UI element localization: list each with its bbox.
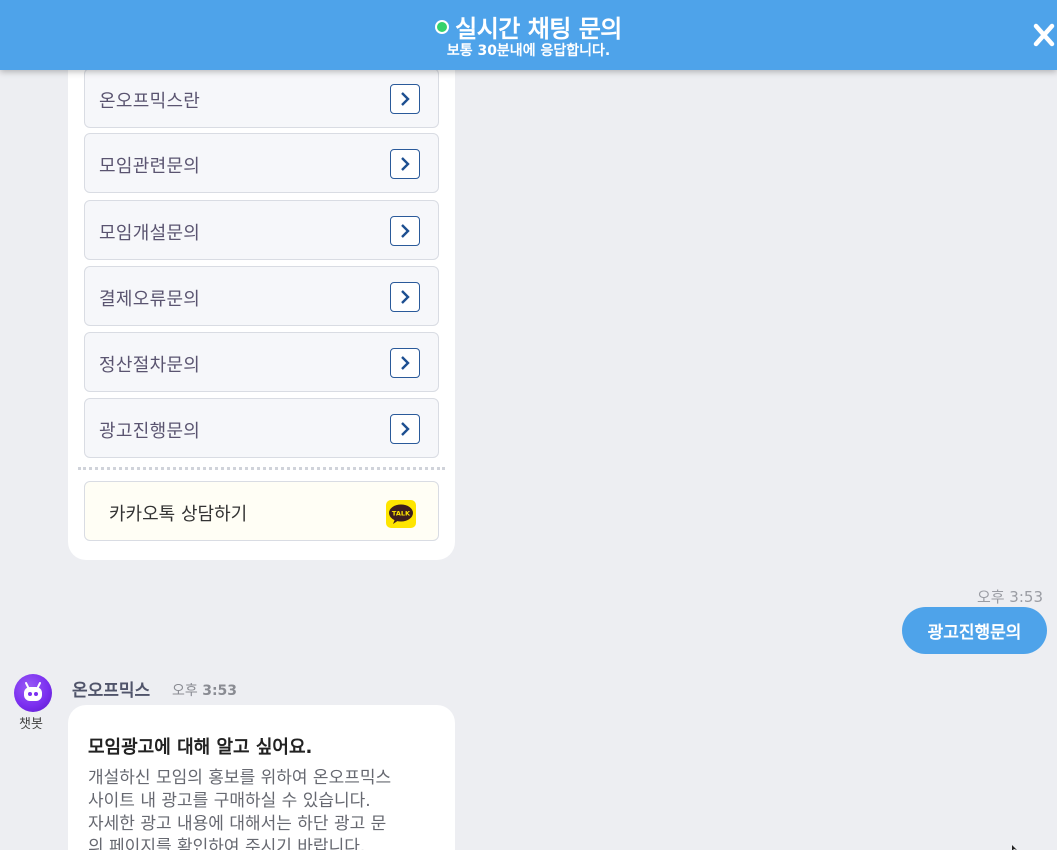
close-icon [1033, 23, 1055, 47]
chevron-right-icon [390, 84, 420, 114]
bot-message-body: 개설하신 모임의 홍보를 위하여 온오프믹스 사이트 내 광고를 구매하실 수 … [88, 767, 438, 850]
bot-body-line: 자세한 광고 내용에 대해서는 하단 광고 문 [88, 814, 387, 834]
close-button[interactable] [1031, 20, 1057, 50]
robot-icon [24, 682, 42, 701]
header-title-row: 실시간 채팅 문의 [0, 9, 1057, 44]
bot-message-heading: 모임광고에 대해 알고 싶어요. [88, 737, 313, 758]
menu-item-label: 결제오류문의 [99, 289, 201, 310]
kakao-consult-label: 카카오톡 상담하기 [109, 504, 248, 525]
menu-item-label: 모임개설문의 [99, 223, 201, 244]
chatbot-role-label: 챗봇 [19, 717, 43, 732]
chat-window: 실시간 채팅 문의 보통 30분내에 응답합니다. 온오프믹스란 모임관련문의 … [0, 0, 1057, 850]
menu-item-advertising[interactable]: 광고진행문의 [84, 398, 439, 458]
menu-item-settlement[interactable]: 정산절차문의 [84, 332, 439, 392]
bot-body-line: 사이트 내 광고를 구매하실 수 있습니다. [88, 791, 371, 811]
chevron-right-icon [390, 348, 420, 378]
user-message-time: 오후 3:53 [976, 588, 1043, 606]
bot-time-prefix: 오후 [172, 683, 198, 699]
user-message-bubble: 광고진행문의 [902, 607, 1047, 654]
chatbot-avatar [14, 674, 52, 712]
header-subtitle: 보통 30분내에 응답합니다. [446, 43, 611, 59]
chat-header: 실시간 채팅 문의 보통 30분내에 응답합니다. [0, 0, 1057, 70]
bot-message-bubble: 모임광고에 대해 알고 싶어요. 개설하신 모임의 홍보를 위하여 온오프믹스 … [68, 705, 455, 850]
bot-message-time: 오후 3:53 [172, 680, 237, 700]
mouse-cursor-icon [1012, 845, 1017, 850]
chevron-right-icon [390, 414, 420, 444]
chevron-right-icon [390, 149, 420, 179]
bot-time-value: 3:53 [202, 683, 238, 699]
kakaotalk-icon-text: TALK [392, 510, 411, 518]
online-status-icon [435, 19, 450, 34]
kakaotalk-icon: TALK [386, 500, 416, 528]
menu-item-event-creation[interactable]: 모임개설문의 [84, 200, 439, 260]
menu-item-label: 정산절차문의 [99, 355, 201, 376]
chevron-right-icon [390, 282, 420, 312]
menu-item-about[interactable]: 온오프믹스란 [84, 68, 439, 128]
kakao-consult-button[interactable]: 카카오톡 상담하기 TALK [84, 481, 439, 541]
quick-menu-card: 온오프믹스란 모임관련문의 모임개설문의 결제오류문의 정산절차문의 광고진행문… [68, 40, 455, 560]
menu-item-payment-error[interactable]: 결제오류문의 [84, 266, 439, 326]
menu-item-event-inquiry[interactable]: 모임관련문의 [84, 133, 439, 193]
chevron-right-icon [390, 216, 420, 246]
menu-item-label: 모임관련문의 [99, 156, 201, 177]
header-title: 실시간 채팅 문의 [455, 15, 622, 43]
menu-item-label: 광고진행문의 [99, 421, 201, 442]
bot-body-line: 의 페이지를 확인하여 주시기 바랍니다. [88, 837, 366, 850]
bot-sender-name: 온오프믹스 [72, 681, 151, 701]
menu-divider [78, 467, 445, 470]
bot-body-line: 개설하신 모임의 홍보를 위하여 온오프믹스 [88, 768, 392, 788]
menu-item-label: 온오프믹스란 [99, 91, 201, 112]
